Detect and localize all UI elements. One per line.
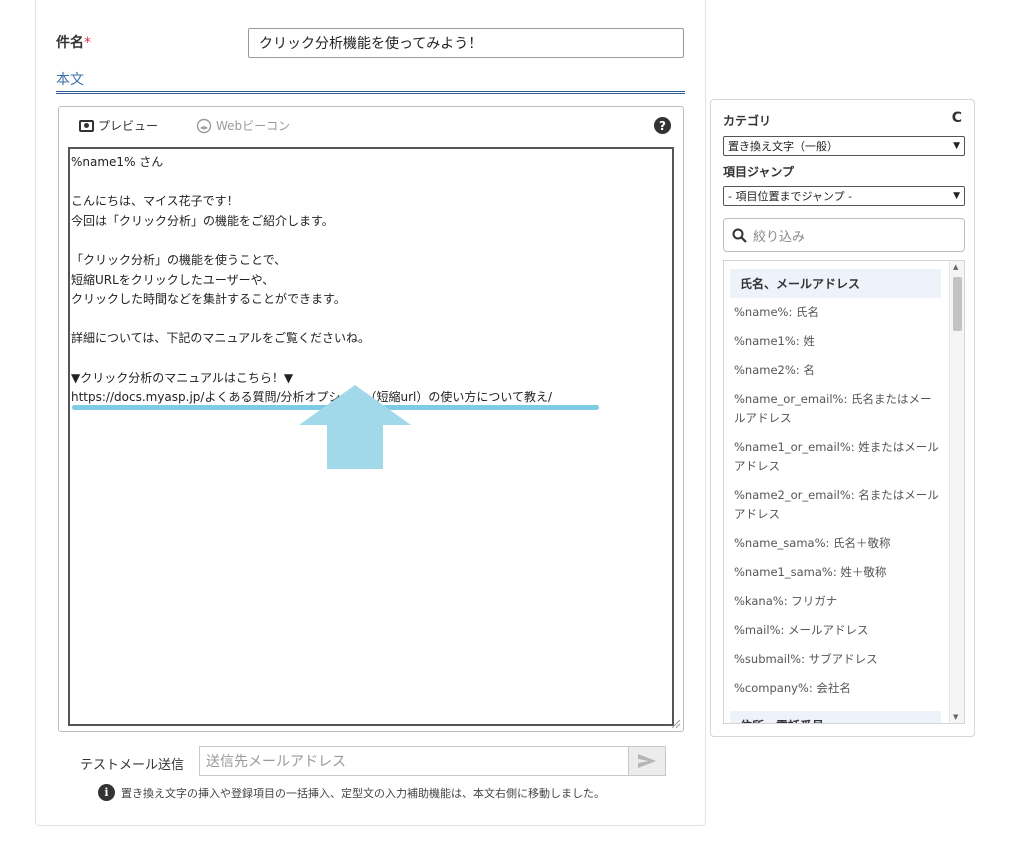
preview-button[interactable]: プレビュー bbox=[79, 117, 158, 134]
subject-input[interactable]: クリック分析機能を使ってみよう！ bbox=[248, 28, 684, 58]
category-label: カテゴリ bbox=[723, 114, 772, 128]
resize-handle-icon[interactable] bbox=[671, 719, 681, 729]
body-section-label: 本文 bbox=[56, 72, 84, 88]
insert-helper-panel: カテゴリ C 置き換え文字（一般） ▼ 項目ジャンプ - 項目位置までジャンプ … bbox=[710, 99, 975, 737]
list-item[interactable]: %name1%: 姓 bbox=[724, 327, 949, 356]
list-scrollbar[interactable]: ▲ ▼ bbox=[949, 261, 964, 723]
required-mark: * bbox=[84, 35, 91, 51]
scroll-up-icon[interactable]: ▲ bbox=[953, 263, 958, 271]
jump-select-value: - 項目位置までジャンプ - bbox=[728, 190, 853, 203]
subject-input-value: クリック分析機能を使ってみよう！ bbox=[259, 36, 483, 52]
chevron-down-icon: ▼ bbox=[953, 191, 960, 201]
group-header-address-phone: 住所、電話番号 bbox=[730, 711, 941, 723]
up-arrow-annotation-icon bbox=[299, 385, 411, 469]
preview-button-label: プレビュー bbox=[98, 119, 159, 133]
body-editor: プレビュー Webビーコン ? %name1% さんこんにちは、マイス花子です！… bbox=[58, 106, 684, 732]
send-test-mail-button[interactable] bbox=[628, 746, 666, 776]
list-item[interactable]: %name_or_email%: 氏名またはメールアドレス bbox=[724, 385, 949, 433]
list-item[interactable]: %kana%: フリガナ bbox=[724, 587, 949, 616]
list-item[interactable]: %name2%: 名 bbox=[724, 356, 949, 385]
test-mail-label: テストメール送信 bbox=[80, 758, 185, 773]
test-mail-placeholder: 送信先メールアドレス bbox=[206, 754, 346, 770]
list-item[interactable]: %name%: 氏名 bbox=[724, 298, 949, 327]
list-item[interactable]: %company%: 会社名 bbox=[724, 674, 949, 703]
editor-line: 短縮URLをクリックしたユーザーや、 bbox=[71, 272, 275, 287]
editor-line: 詳細については、下記のマニュアルをご覧くださいね。 bbox=[71, 331, 371, 346]
editor-line: 今回は「クリック分析」の機能をご紹介します。 bbox=[71, 213, 334, 228]
list-item[interactable]: %mail%: メールアドレス bbox=[724, 616, 949, 645]
send-icon bbox=[638, 754, 656, 768]
filter-input[interactable]: 絞り込み bbox=[723, 218, 965, 252]
subject-label: 件名* bbox=[56, 32, 91, 52]
web-beacon-button[interactable]: Webビーコン bbox=[196, 117, 290, 134]
scroll-down-icon[interactable]: ▼ bbox=[953, 713, 958, 721]
test-mail-address-input[interactable]: 送信先メールアドレス bbox=[199, 746, 629, 776]
list-item[interactable]: %name_sama%: 氏名＋敬称 bbox=[724, 529, 949, 558]
editor-line: 「クリック分析」の機能を使うことで、 bbox=[71, 252, 287, 267]
replacement-tag-list: 氏名、メールアドレス %name%: 氏名 %name1%: 姓 %name2%: … bbox=[723, 260, 965, 724]
scroll-thumb[interactable] bbox=[953, 277, 962, 331]
list-item[interactable]: %name1_or_email%: 姓またはメールアドレス bbox=[724, 433, 949, 481]
list-item[interactable]: %name2_or_email%: 名またはメールアドレス bbox=[724, 481, 949, 529]
editor-line: こんにちは、マイス花子です！ bbox=[71, 194, 239, 209]
list-item[interactable]: %submail%: サブアドレス bbox=[724, 645, 949, 674]
editor-line: クリックした時間などを集計することができます。 bbox=[71, 292, 346, 307]
jump-label: 項目ジャンプ bbox=[723, 165, 795, 179]
body-section-divider bbox=[56, 91, 685, 95]
preview-eye-icon bbox=[79, 119, 94, 132]
chevron-down-icon: ▼ bbox=[953, 141, 960, 151]
category-select-value: 置き換え文字（一般） bbox=[728, 140, 838, 153]
group-header-name-email: 氏名、メールアドレス bbox=[730, 269, 941, 298]
list-item[interactable]: %name1_sama%: 姓＋敬称 bbox=[724, 558, 949, 587]
refresh-icon[interactable]: C bbox=[952, 110, 962, 126]
beacon-icon bbox=[196, 118, 212, 133]
mail-compose-panel: 件名* クリック分析機能を使ってみよう！ 本文 プレビュー Webビーコン ? … bbox=[35, 0, 706, 826]
info-notice: i 置き換え文字の挿入や登録項目の一括挿入、定型文の入力補助機能は、本文右側に移… bbox=[98, 784, 605, 801]
jump-select[interactable]: - 項目位置までジャンプ - ▼ bbox=[723, 186, 965, 206]
subject-label-text: 件名 bbox=[56, 35, 84, 51]
web-beacon-label: Webビーコン bbox=[216, 119, 291, 133]
replacement-tag-list-inner: 氏名、メールアドレス %name%: 氏名 %name1%: 姓 %name2%: … bbox=[724, 261, 949, 723]
category-select[interactable]: 置き換え文字（一般） ▼ bbox=[723, 136, 965, 156]
info-icon: i bbox=[98, 784, 115, 801]
search-icon bbox=[732, 228, 747, 243]
filter-placeholder: 絞り込み bbox=[753, 229, 806, 245]
editor-line: %name1% さん bbox=[71, 155, 164, 169]
info-notice-text: 置き換え文字の挿入や登録項目の一括挿入、定型文の入力補助機能は、本文右側に移動し… bbox=[121, 786, 605, 800]
help-icon[interactable]: ? bbox=[654, 117, 671, 134]
editor-toolbar: プレビュー Webビーコン ? bbox=[59, 107, 683, 145]
